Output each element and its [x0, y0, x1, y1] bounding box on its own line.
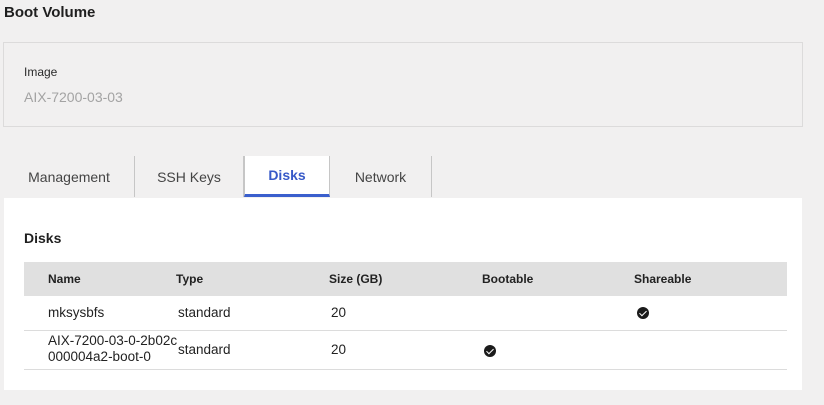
- disk-type: standard: [178, 305, 231, 320]
- tab-ssh-keys[interactable]: SSH Keys: [135, 156, 244, 197]
- tab-disks[interactable]: Disks: [244, 156, 330, 197]
- check-circle-icon: [637, 307, 649, 319]
- instance-details-page: Boot Volume Image AIX-7200-03-03 Managem…: [0, 0, 824, 405]
- disk-type: standard: [178, 342, 231, 357]
- disks-table: Name Type Size (GB) Bootable Shareable m…: [24, 262, 787, 370]
- disks-panel: Disks Name Type Size (GB) Bootable Share…: [4, 198, 802, 390]
- image-label: Image: [24, 65, 58, 79]
- disks-panel-title: Disks: [24, 230, 62, 246]
- column-header-size[interactable]: Size (GB): [329, 262, 382, 296]
- column-header-bootable[interactable]: Bootable: [482, 262, 533, 296]
- bootable-cell: [484, 345, 496, 360]
- tab-management[interactable]: Management: [4, 156, 135, 197]
- column-header-name[interactable]: Name: [48, 262, 81, 296]
- disk-name: mksysbfs: [48, 305, 105, 320]
- column-header-shareable[interactable]: Shareable: [634, 262, 691, 296]
- column-header-type[interactable]: Type: [176, 262, 203, 296]
- disk-size: 20: [331, 305, 347, 320]
- disk-name: AIX-7200-03-0-2b02c000004a2-boot-0: [48, 333, 178, 364]
- table-row[interactable]: mksysbfs standard 20: [24, 296, 787, 331]
- tab-network[interactable]: Network: [330, 156, 432, 197]
- detail-tabs: Management SSH Keys Disks Network: [4, 156, 432, 197]
- image-card: Image AIX-7200-03-03: [3, 42, 803, 127]
- table-row[interactable]: AIX-7200-03-0-2b02c000004a2-boot-0 stand…: [24, 331, 787, 370]
- image-value: AIX-7200-03-03: [24, 89, 123, 105]
- shareable-cell: [637, 307, 649, 322]
- boot-volume-heading: Boot Volume: [4, 4, 96, 21]
- check-circle-icon: [484, 345, 496, 357]
- table-header: Name Type Size (GB) Bootable Shareable: [24, 262, 787, 296]
- disk-size: 20: [331, 342, 347, 357]
